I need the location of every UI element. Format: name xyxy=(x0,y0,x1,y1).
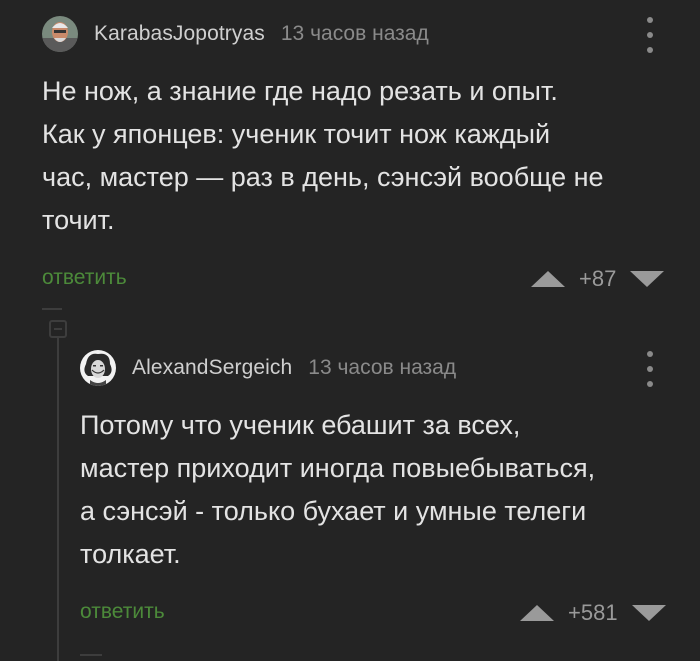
comments-page: KarabasJopotryas 13 часов назад Не нож, … xyxy=(0,0,700,661)
avatar[interactable] xyxy=(80,350,116,386)
vote-controls: +87 xyxy=(531,266,665,292)
downvote-icon[interactable] xyxy=(631,605,666,621)
upvote-icon[interactable] xyxy=(531,271,565,287)
kebab-menu-icon[interactable] xyxy=(643,17,657,53)
comment-score: +87 xyxy=(579,266,617,291)
thread-connector xyxy=(42,308,62,310)
downvote-icon[interactable] xyxy=(630,271,665,287)
comment-body: Потому что ученик ебашит за всех, мастер… xyxy=(80,410,596,569)
comment-timestamp: 13 часов назад xyxy=(280,22,429,45)
comment-username[interactable]: KarabasJopotryas xyxy=(94,22,265,46)
reply-button[interactable]: ответить xyxy=(42,266,127,290)
vote-controls: +581 xyxy=(520,600,666,626)
reply-button[interactable]: ответить xyxy=(80,600,165,624)
comment-header: KarabasJopotryas 13 часов назад xyxy=(42,16,429,52)
comment-timestamp: 13 часов назад xyxy=(308,356,457,379)
avatar[interactable] xyxy=(42,16,78,52)
thread-connector xyxy=(80,654,102,656)
comment-body: Не нож, а знание где надо резать и опыт.… xyxy=(42,76,604,235)
comment-score: +581 xyxy=(568,600,618,625)
collapse-thread-icon[interactable] xyxy=(49,320,67,338)
thread-line xyxy=(57,338,59,661)
upvote-icon[interactable] xyxy=(520,605,554,621)
comment-header: AlexandSergeich 13 часов назад xyxy=(80,350,456,386)
kebab-menu-icon[interactable] xyxy=(643,351,657,387)
comment-username[interactable]: AlexandSergeich xyxy=(132,356,292,380)
